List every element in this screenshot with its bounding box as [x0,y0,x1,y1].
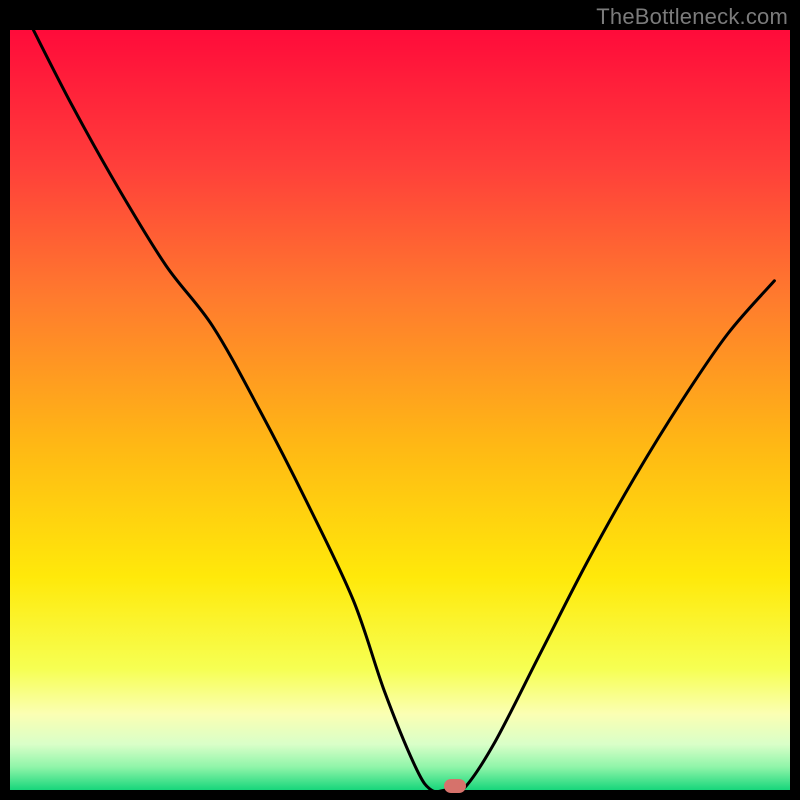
plot-area [10,30,790,790]
curve-layer [10,30,790,790]
chart-stage: TheBottleneck.com [0,0,800,800]
bottleneck-curve [33,30,774,790]
watermark-text: TheBottleneck.com [596,4,788,30]
optimal-marker [444,779,466,793]
